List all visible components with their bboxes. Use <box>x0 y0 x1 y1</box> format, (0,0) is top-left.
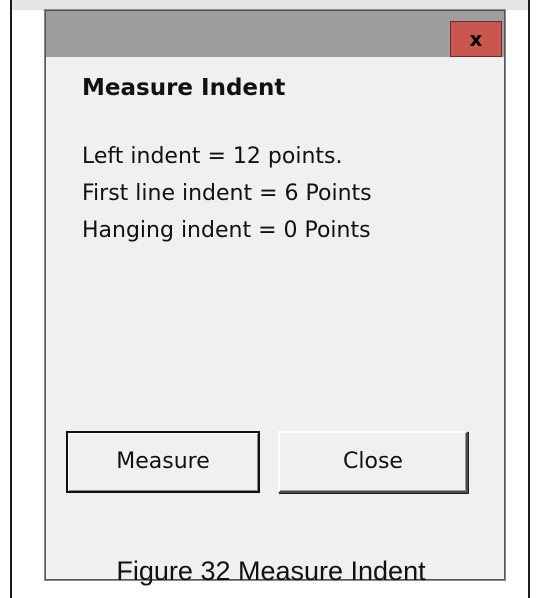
title-bar[interactable]: x <box>46 11 504 57</box>
left-indent-text: Left indent = 12 points. <box>82 144 343 169</box>
close-button[interactable]: Close <box>278 431 468 493</box>
indent-info: Left indent = 12 points. First line inde… <box>82 138 372 249</box>
hanging-indent-text: Hanging indent = 0 Points <box>82 218 371 243</box>
figure-caption: Figure 32 Measure Indent <box>116 556 426 586</box>
first-line-indent-text: First line indent = 6 Points <box>82 181 372 206</box>
close-icon[interactable]: x <box>450 21 502 57</box>
measure-indent-dialog: x Measure Indent Left indent = 12 points… <box>44 9 506 581</box>
measure-button[interactable]: Measure <box>66 431 260 493</box>
dialog-title: Measure Indent <box>82 75 286 101</box>
